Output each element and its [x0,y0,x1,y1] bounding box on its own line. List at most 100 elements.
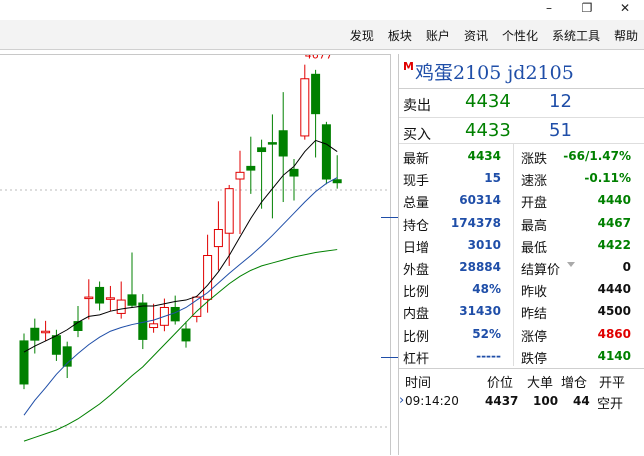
candle-body [289,168,299,177]
quote-label: 结算价 [521,263,561,278]
quote-label: 涨跌 [521,152,548,167]
buy-row[interactable]: 买入 4433 51 [399,118,644,144]
quote-label: 最新 [403,152,430,167]
quote-label: 速涨 [521,174,548,190]
candle-body [149,323,159,329]
sell-price: 4434 [465,91,511,112]
quote-label: 总量 [403,196,430,212]
quote-value: 0 [622,260,631,274]
quote-label: 昨收 [521,285,548,301]
trade-row-marker: › [399,393,405,408]
candle-body [257,147,267,153]
quote-value: 4440 [597,282,631,297]
sell-label: 卖出 [403,98,431,114]
quote-value: 31430 [459,304,501,319]
quote-label: 比例 [403,329,430,345]
quote-value: 4440 [597,193,631,208]
kline-svg: 4677 [0,55,390,442]
col-time: 时间 [405,376,432,391]
quote-label: 比例 [403,285,430,301]
quote-value: -66/1.47% [563,149,631,163]
candle-body [311,73,321,115]
sell-volume: 12 [549,91,572,112]
close-button[interactable]: ✕ [610,0,640,18]
quote-value: 4140 [597,348,631,363]
quote-value: 48% [472,282,501,297]
candle-body [278,130,288,157]
candle-body [138,302,148,340]
quote-value: 4860 [597,326,631,341]
minimize-button[interactable]: – [534,0,564,18]
quote-row: 杠杆 ----- 跌停 4140 [399,344,644,367]
quote-row: 外盘 28884 结算价 0 [399,255,644,278]
candle-body [224,188,234,234]
contract-title[interactable]: 鸡蛋2105 jd2105 [415,58,574,85]
trade-price: 4437 [485,394,519,408]
buy-volume: 51 [549,120,572,141]
candle-body [181,328,191,342]
menu-news[interactable]: 资讯 [464,27,488,44]
quote-row: 持仓 174378 最高 4467 [399,211,644,234]
chevron-down-icon[interactable] [567,262,575,267]
buy-label: 买入 [403,127,431,143]
ma-mid-line [23,177,338,416]
quote-value: ----- [476,348,501,363]
menu-help[interactable]: 帮助 [614,27,638,44]
quote-row: 日增 3010 最低 4422 [399,233,644,256]
quote-value: 174378 [450,215,501,230]
quote-label: 最高 [521,218,548,234]
quote-row: 总量 60314 开盘 4440 [399,188,644,212]
quote-value: 3010 [467,237,501,252]
quote-value: 4434 [467,149,501,163]
quote-row: 内盘 31430 昨结 4500 [399,299,644,323]
quote-row: 现手 15 速涨 -0.11% [399,166,644,190]
candle-body [19,340,29,385]
quote-value: 4467 [597,215,631,230]
quote-panel: M 鸡蛋2105 jd2105 卖出 4434 12 买入 4433 51 最新… [398,54,644,455]
col-price: 价位 [487,376,514,391]
quote-label: 跌停 [521,351,548,367]
quote-value: 15 [484,171,501,186]
candle-body [213,229,223,248]
axis-tick-mark [381,357,399,358]
kline-chart[interactable]: 4677 [0,54,390,455]
axis-tick-mark [381,217,399,218]
quote-label: 开盘 [521,196,548,212]
sell-row[interactable]: 卖出 4434 12 [399,88,644,118]
quote-label: 内盘 [403,307,430,323]
trade-row[interactable]: › 09:14:20 4437 100 44 空开 [399,390,644,412]
quote-row: 最新 4434 涨跌 -66/1.47% [399,144,644,167]
quote-label: 最低 [521,240,548,256]
main-contract-badge: M [403,60,414,73]
quote-label: 涨停 [521,329,548,345]
candle-body [267,142,277,145]
candle-body [116,299,126,314]
quote-label: 昨结 [521,307,548,323]
quote-value: 4422 [597,237,631,252]
menu-account[interactable]: 账户 [426,27,450,44]
menu-sector[interactable]: 板块 [388,27,412,44]
restore-button[interactable]: ❐ [572,0,602,18]
col-type: 开平 [599,376,626,391]
menu-system-tools[interactable]: 系统工具 [552,27,600,44]
trade-bigvol: 100 [533,394,559,408]
quote-label: 持仓 [403,218,430,234]
menu-personalize[interactable]: 个性化 [502,27,538,44]
candle-body [246,165,256,171]
candle-body [321,124,331,180]
candle-body [51,335,61,355]
buy-price: 4433 [465,120,511,141]
candle-body [127,294,137,306]
ma-long-line [23,249,338,442]
menu-discover[interactable]: 发现 [350,27,374,44]
trade-type: 空开 [597,397,624,412]
candle-body [105,297,115,300]
quote-label: 杠杆 [403,351,430,367]
candle-body [30,327,40,341]
quote-value: 28884 [459,260,501,274]
candle-body [84,296,94,300]
trade-time: 09:14:20 [405,394,459,408]
peak-price-label: 4677 [305,55,333,62]
candle-body [95,286,105,304]
quote-value: 4500 [597,304,631,319]
